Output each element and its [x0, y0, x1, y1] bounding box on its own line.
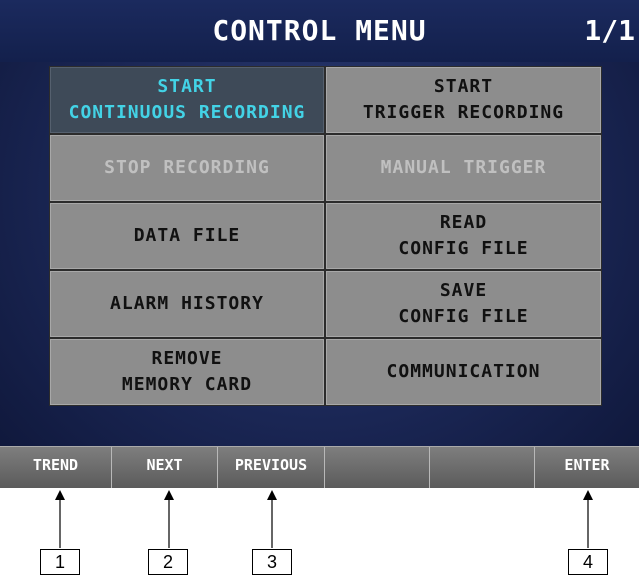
manual-trigger-button[interactable]: MANUAL TRIGGER [326, 135, 601, 201]
title-bar: CONTROL MENU 1/1 [0, 0, 639, 62]
stop-recording-button[interactable]: STOP RECORDING [50, 135, 324, 201]
arrow-up-icon [583, 490, 593, 548]
callout-label-3: 3 [252, 549, 292, 575]
page-indicator: 1/1 [584, 14, 635, 47]
save-config-file-button[interactable]: SAVE CONFIG FILE [326, 271, 601, 337]
communication-button[interactable]: COMMUNICATION [326, 339, 601, 405]
button-label-line2: CONFIG FILE [398, 238, 529, 259]
device-screen: CONTROL MENU 1/1 START CONTINUOUS RECORD… [0, 0, 639, 488]
next-key[interactable]: NEXT [112, 447, 218, 488]
button-label-line2: MEMORY CARD [121, 374, 253, 395]
arrow-up-icon [55, 490, 65, 548]
button-label-line1: REMOVE [151, 348, 223, 369]
start-trigger-recording-button[interactable]: START TRIGGER RECORDING [326, 67, 601, 133]
blank-key-4[interactable] [325, 447, 430, 488]
trend-key[interactable]: TREND [0, 447, 112, 488]
previous-key[interactable]: PREVIOUS [218, 447, 325, 488]
button-label-line2: CONTINUOUS RECORDING [68, 102, 306, 123]
control-menu-grid: START CONTINUOUS RECORDING START TRIGGER… [49, 66, 602, 406]
button-label: ALARM HISTORY [110, 293, 264, 314]
blank-key-5[interactable] [430, 447, 535, 488]
arrow-up-icon [267, 490, 277, 548]
remove-memory-card-button[interactable]: REMOVE MEMORY CARD [50, 339, 324, 405]
callout-label-1: 1 [40, 549, 80, 575]
button-label-line1: SAVE [439, 280, 488, 301]
enter-key[interactable]: ENTER [535, 447, 639, 488]
button-label-line1: READ [439, 212, 488, 233]
data-file-button[interactable]: DATA FILE [50, 203, 324, 269]
button-label: STOP RECORDING [104, 157, 270, 178]
alarm-history-button[interactable]: ALARM HISTORY [50, 271, 324, 337]
button-label: MANUAL TRIGGER [380, 157, 547, 178]
button-label: COMMUNICATION [386, 361, 541, 382]
callout-label-2: 2 [148, 549, 188, 575]
button-label-line1: START [157, 76, 217, 97]
button-label-line1: START [433, 76, 494, 97]
arrow-up-icon [164, 490, 174, 548]
read-config-file-button[interactable]: READ CONFIG FILE [326, 203, 601, 269]
page-title: CONTROL MENU [212, 14, 427, 47]
function-key-bar: TREND NEXT PREVIOUS ENTER [0, 446, 639, 488]
button-label-line2: CONFIG FILE [398, 306, 529, 327]
callout-label-4: 4 [568, 549, 608, 575]
start-continuous-recording-button[interactable]: START CONTINUOUS RECORDING [50, 67, 324, 133]
button-label: DATA FILE [133, 225, 241, 246]
button-label-line2: TRIGGER RECORDING [362, 102, 565, 123]
